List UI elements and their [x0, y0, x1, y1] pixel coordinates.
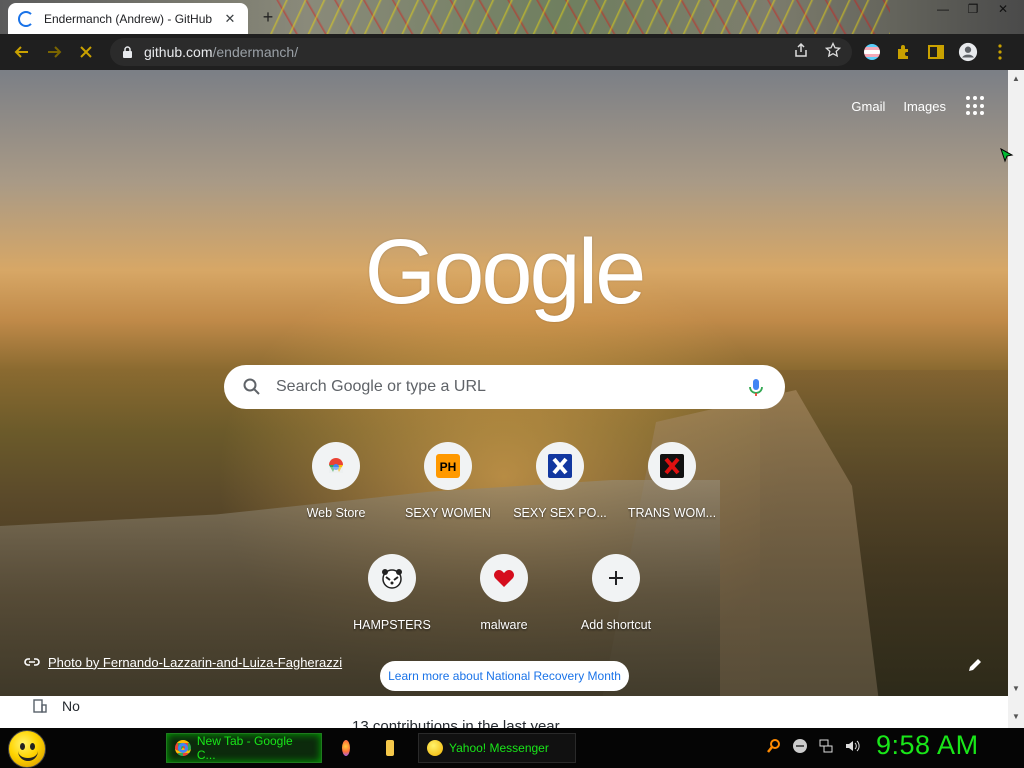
voice-search-mic-icon[interactable]: [745, 376, 767, 398]
shortcut-malware[interactable]: malware: [448, 554, 560, 666]
hamster-icon: [368, 554, 416, 602]
taskbar-item-explorer[interactable]: [378, 733, 408, 763]
share-icon[interactable]: [792, 42, 810, 62]
taskbar-clock[interactable]: 9:58 AM: [876, 730, 979, 761]
taskbar-item-label: New Tab - Google C...: [196, 734, 293, 762]
chrome-icon: [175, 740, 191, 756]
network-tray-icon[interactable]: [818, 738, 834, 754]
shortcuts-row-2: HAMPSTERS malware Add shortcut: [0, 554, 1008, 666]
bookmark-star-icon[interactable]: [824, 41, 842, 62]
browser-tab[interactable]: Endermanch (Andrew) - GitHub ✕: [8, 3, 248, 34]
photo-credit-text[interactable]: Photo by Fernando-Lazzarin-and-Luiza-Fag…: [48, 655, 342, 670]
taskbar-item-chrome[interactable]: New Tab - Google C...: [166, 733, 322, 763]
scroll-up-arrow-icon[interactable]: ▲: [1011, 74, 1021, 83]
web-store-icon: [312, 442, 360, 490]
browser-menu-icon[interactable]: [990, 42, 1010, 62]
shortcut-sexy-sex-po[interactable]: SEXY SEX PO...: [504, 442, 616, 554]
forward-arrow-icon: [48, 46, 62, 58]
forward-button[interactable]: [38, 36, 70, 68]
shortcuts-row-1: Web Store PH SEXY WOMEN SEXY SEX PO... T…: [0, 442, 1008, 554]
heart-icon: [480, 554, 528, 602]
google-logo: Google: [364, 221, 647, 323]
svg-text:PH: PH: [440, 460, 457, 474]
smiley-mouth: [18, 751, 38, 761]
profile-avatar-icon[interactable]: [958, 42, 978, 62]
search-input[interactable]: Search Google or type a URL: [276, 378, 745, 396]
taskbar-item-yahoo-messenger[interactable]: Yahoo! Messenger: [418, 733, 576, 763]
taskbar-item-firefox[interactable]: [334, 733, 364, 763]
system-tray: [766, 738, 860, 754]
restore-button[interactable]: ❐: [958, 0, 988, 20]
close-window-button[interactable]: ✕: [988, 0, 1018, 20]
x-red-icon: [648, 442, 696, 490]
volume-tray-icon[interactable]: [844, 738, 860, 754]
customize-pencil-icon[interactable]: [966, 656, 984, 674]
github-page-peek: No 13 contributions in the last year: [0, 696, 1008, 728]
shortcut-sexy-women[interactable]: PH SEXY WOMEN: [392, 442, 504, 554]
new-tab-button[interactable]: +: [258, 8, 278, 28]
shortcut-label: HAMPSTERS: [353, 618, 431, 632]
yahoo-messenger-icon: [427, 740, 443, 756]
start-button[interactable]: [8, 730, 46, 768]
back-arrow-icon: [14, 46, 28, 58]
contributions-heading: 13 contributions in the last year: [352, 718, 560, 728]
profile-company-row: No: [32, 698, 80, 714]
images-link[interactable]: Images: [903, 99, 946, 114]
learn-more-link[interactable]: Learn more about National Recovery Month: [380, 661, 629, 691]
shortcut-label: TRANS WOM...: [627, 506, 717, 520]
link-icon: [24, 658, 40, 666]
add-shortcut-button[interactable]: Add shortcut: [560, 554, 672, 666]
vertical-scrollbar[interactable]: ▲ ▼ ▼: [1000, 70, 1024, 728]
tab-title: Endermanch (Andrew) - GitHub: [44, 11, 213, 26]
url-path: /endermanch/: [212, 44, 299, 60]
tab-strip: Endermanch (Andrew) - GitHub ✕ + — ❐ ✕: [0, 0, 1024, 34]
shortcut-hampsters[interactable]: HAMPSTERS: [336, 554, 448, 666]
ph-icon: PH: [424, 442, 472, 490]
search-icon: [243, 378, 260, 395]
shortcut-label: SEXY SEX PO...: [513, 506, 607, 520]
shortcut-trans-wom[interactable]: TRANS WOM...: [616, 442, 728, 554]
url-host: github.com: [144, 44, 213, 60]
stop-loading-button[interactable]: [70, 36, 102, 68]
company-text: No: [62, 698, 80, 714]
x-blue-icon: [536, 442, 584, 490]
shortcut-label: Add shortcut: [580, 618, 652, 632]
back-button[interactable]: [6, 36, 38, 68]
shortcut-label: SEXY WOMEN: [405, 506, 491, 520]
google-apps-icon[interactable]: [964, 94, 988, 118]
firefox-icon: [342, 740, 350, 756]
photo-credit[interactable]: Photo by Fernando-Lazzarin-and-Luiza-Fag…: [24, 654, 342, 670]
status-tray-icon[interactable]: [792, 738, 808, 754]
search-box[interactable]: Search Google or type a URL: [224, 365, 785, 409]
plus-icon: [592, 554, 640, 602]
cursor-pointer-icon: [1000, 147, 1014, 163]
trans-flag-extension-icon[interactable]: [862, 42, 882, 62]
extensions-puzzle-icon[interactable]: [894, 42, 914, 62]
organization-icon: [33, 699, 47, 713]
shortcut-web-store[interactable]: Web Store: [280, 442, 392, 554]
search-tray-icon[interactable]: [766, 738, 782, 754]
folder-icon: [386, 740, 394, 756]
side-panel-icon[interactable]: [926, 42, 946, 62]
taskbar-item-label: Yahoo! Messenger: [449, 741, 549, 755]
gmail-link[interactable]: Gmail: [851, 99, 885, 114]
address-bar[interactable]: github.com/endermanch/: [110, 38, 852, 66]
browser-toolbar: github.com/endermanch/: [0, 34, 1024, 70]
loading-spinner-icon: [18, 10, 34, 27]
lock-icon: [120, 45, 134, 59]
scroll-down-end-arrow-icon[interactable]: ▼: [1011, 712, 1021, 721]
shortcut-label: malware: [480, 618, 528, 632]
stop-icon: [80, 46, 92, 58]
taskbar: New Tab - Google C... Yahoo! Messenger 9…: [0, 728, 1024, 768]
minimize-button[interactable]: —: [928, 0, 958, 20]
theme-artwork: [270, 0, 890, 34]
new-tab-page: Gmail Images Google Search Google or typ…: [0, 70, 1008, 696]
smiley-eye: [30, 743, 35, 750]
shortcut-label: Web Store: [306, 506, 366, 520]
smiley-eye: [20, 743, 25, 750]
scroll-down-arrow-icon[interactable]: ▼: [1011, 684, 1021, 693]
tab-close-icon[interactable]: ✕: [222, 11, 238, 27]
top-links: Gmail Images: [851, 94, 988, 118]
